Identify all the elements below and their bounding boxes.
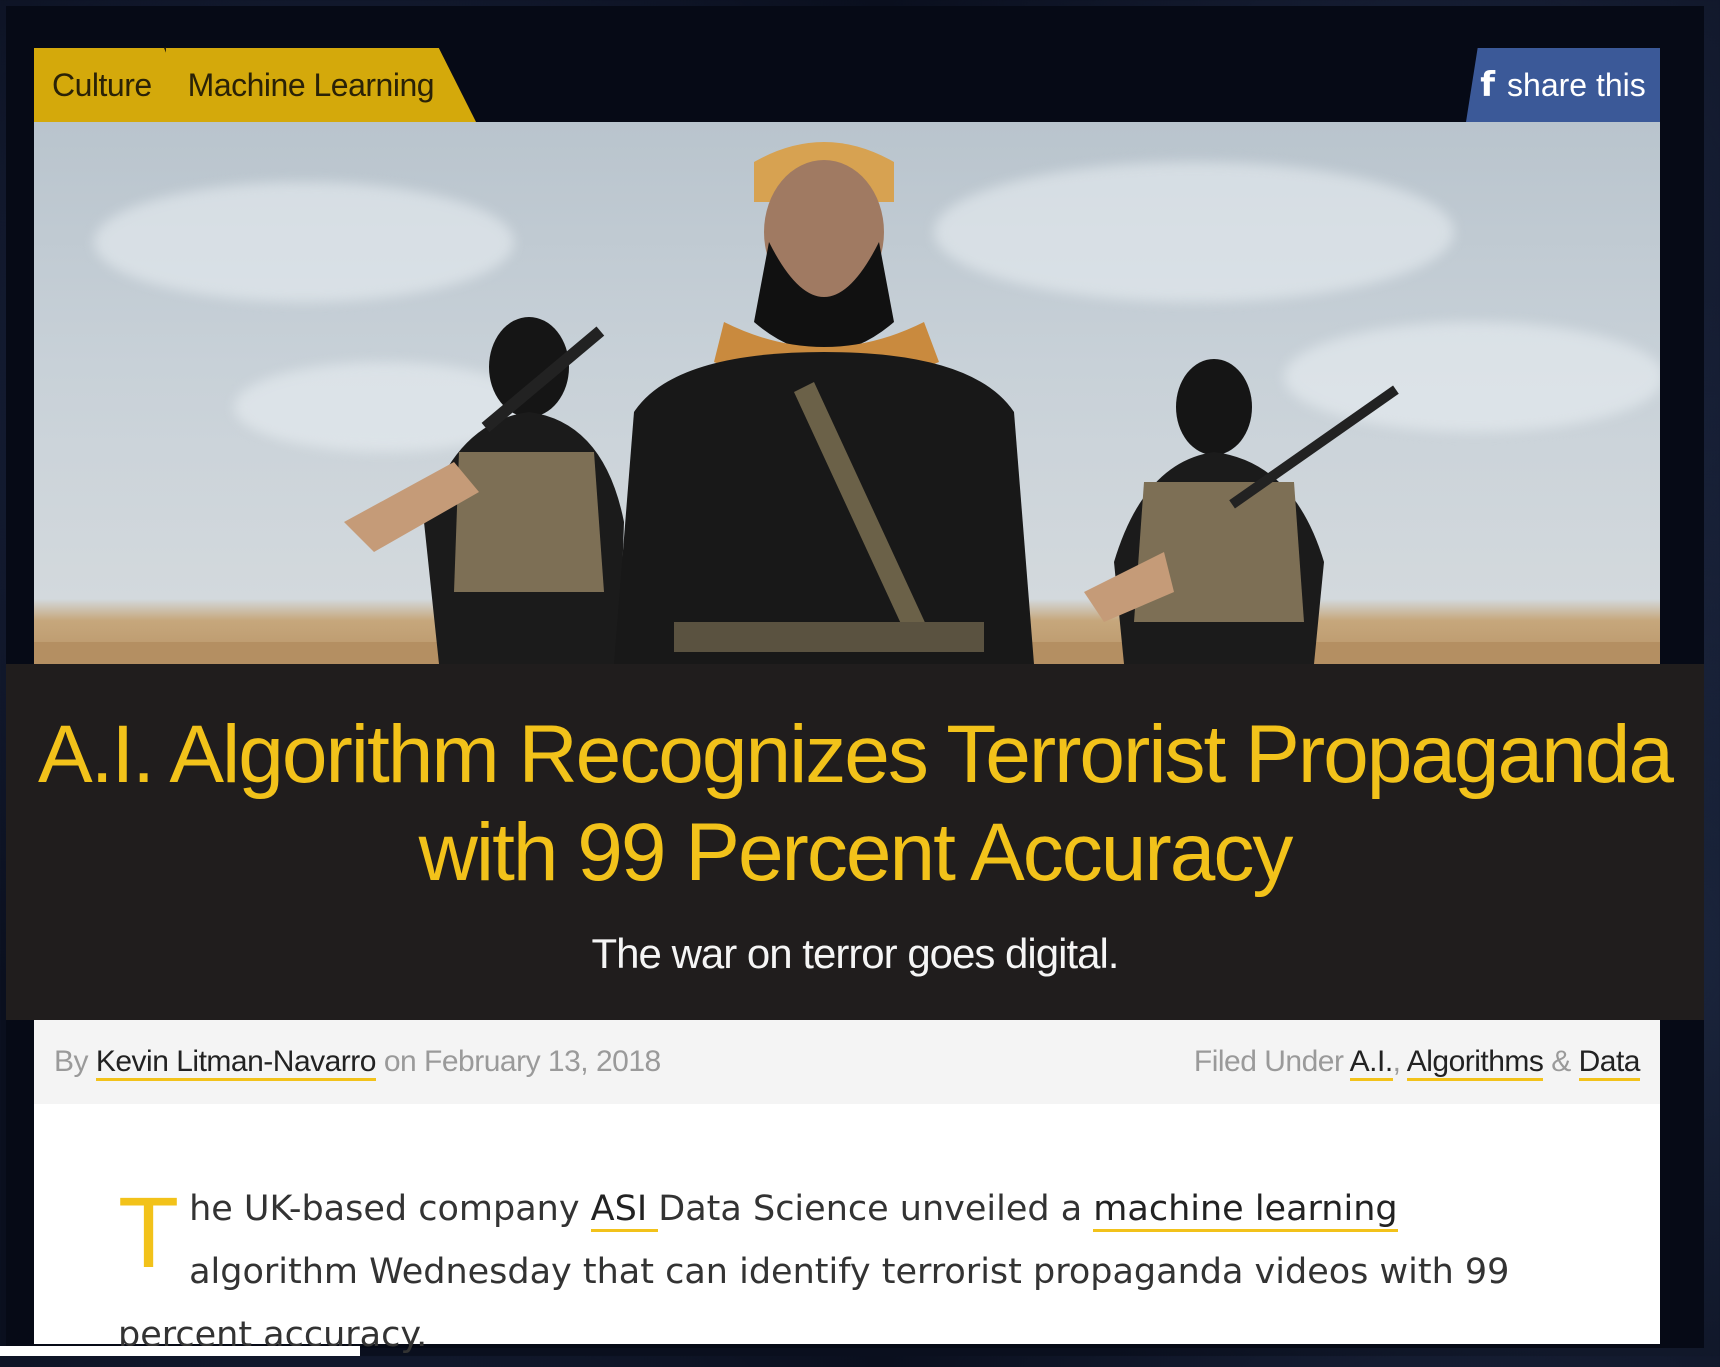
machine-learning-link[interactable]: machine learning <box>1093 1189 1398 1232</box>
hero-figures-illustration <box>34 142 1660 664</box>
drop-cap: T <box>118 1177 180 1289</box>
title-bar: A.I. Algorithm Recognizes Terrorist Prop… <box>6 664 1704 1020</box>
left-figure <box>344 317 624 664</box>
author-info: By Kevin Litman-Navarro on February 13, … <box>54 1045 661 1081</box>
byline-bar: By Kevin Litman-Navarro on February 13, … <box>34 1020 1660 1104</box>
category-link-algorithms[interactable]: Algorithms <box>1406 1045 1544 1081</box>
right-figure <box>1084 359 1399 664</box>
hero-image <box>34 122 1660 664</box>
filed-under: Filed Under A.I., Algorithms & Data <box>1193 1045 1641 1081</box>
category-link-ai[interactable]: A.I. <box>1349 1045 1393 1081</box>
category-ampersand: & <box>1551 1045 1571 1078</box>
category-separator: , <box>1392 1045 1401 1078</box>
text-segment: he UK-based company <box>189 1189 591 1229</box>
center-figure <box>614 142 1034 664</box>
asi-link[interactable]: ASI <box>590 1189 659 1232</box>
text-segment: Data Science unveiled a <box>658 1189 1094 1229</box>
by-label: By <box>54 1045 89 1078</box>
text-segment: algorithm Wednesday that can identify te… <box>118 1252 1510 1355</box>
category-tags: Culture Machine Learning <box>34 48 477 122</box>
share-label: share this <box>1507 66 1646 103</box>
category-link-data[interactable]: Data <box>1578 1045 1641 1081</box>
on-label: on <box>383 1045 417 1078</box>
tag-culture[interactable]: Culture <box>34 48 166 122</box>
tag-machine-learning[interactable]: Machine Learning <box>165 48 477 122</box>
article-body: T he UK-based company ASI Data Science u… <box>34 1104 1660 1355</box>
facebook-icon: f <box>1480 65 1496 105</box>
article-subhead: The war on terror goes digital. <box>591 930 1120 977</box>
share-button[interactable]: f share this <box>1466 48 1660 122</box>
article-paragraph: T he UK-based company ASI Data Science u… <box>118 1178 1568 1367</box>
author-link[interactable]: Kevin Litman-Navarro <box>95 1045 376 1081</box>
filed-under-label: Filed Under <box>1193 1045 1344 1078</box>
article-headline: A.I. Algorithm Recognizes Terrorist Prop… <box>38 709 1674 898</box>
publish-date: February 13, 2018 <box>424 1045 661 1078</box>
bottom-strip <box>0 1346 360 1356</box>
